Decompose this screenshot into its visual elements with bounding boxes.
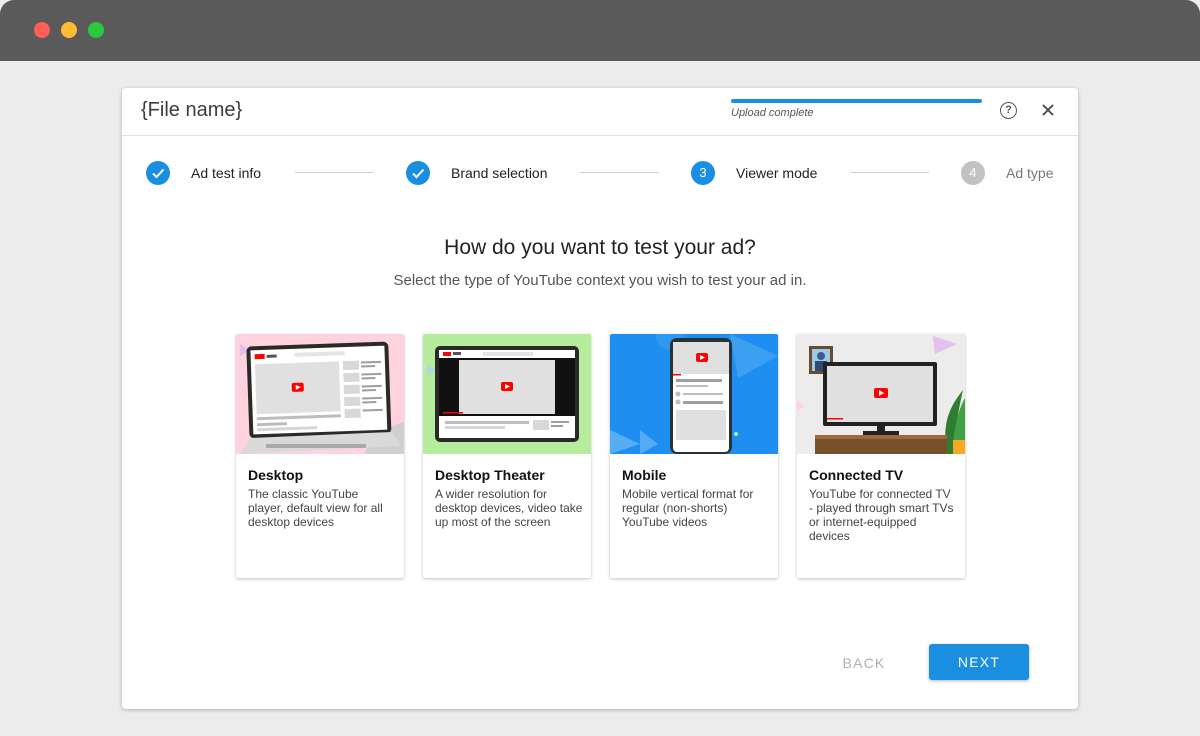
option-card-desktop-theater[interactable]: Desktop Theater A wider resolution for d…	[423, 334, 591, 578]
step-2-check-icon	[406, 161, 430, 185]
step-connector	[850, 172, 929, 173]
option-title: Connected TV	[809, 467, 904, 483]
step-2-label: Brand selection	[451, 165, 548, 181]
close-icon[interactable]	[1038, 100, 1058, 120]
step-4-label: Ad type	[1006, 165, 1054, 181]
option-title: Mobile	[622, 467, 667, 483]
step-connector	[295, 172, 374, 173]
upload-status-text: Upload complete	[731, 107, 814, 119]
help-icon[interactable]: ?	[1000, 102, 1017, 119]
window-maximize-dot[interactable]	[88, 22, 104, 38]
mobile-illustration	[610, 334, 778, 454]
option-description: Mobile vertical format for regular (non-…	[622, 487, 754, 529]
option-card-mobile[interactable]: Mobile Mobile vertical format for regula…	[610, 334, 778, 578]
connected-tv-illustration	[797, 334, 965, 454]
desktop-theater-illustration	[423, 334, 591, 454]
file-name-title: {File name}	[141, 99, 243, 121]
step-1-check-icon	[146, 161, 170, 185]
step-3-label: Viewer mode	[736, 165, 818, 181]
back-button[interactable]: BACK	[826, 645, 902, 681]
dialog-header: {File name} Upload complete ?	[122, 88, 1078, 136]
option-description: A wider resolution for desktop devices, …	[435, 487, 583, 529]
option-card-connected-tv[interactable]: Connected TV YouTube for connected TV - …	[797, 334, 965, 578]
option-description: YouTube for connected TV - played throug…	[809, 487, 954, 543]
next-button[interactable]: NEXT	[929, 644, 1029, 680]
upload-progress-bar	[731, 99, 982, 103]
upload-progress: Upload complete	[731, 99, 982, 119]
step-1-label: Ad test info	[191, 165, 262, 181]
page-subtitle: Select the type of YouTube context you w…	[393, 272, 807, 289]
window-minimize-dot[interactable]	[61, 22, 77, 38]
window-titlebar	[0, 0, 1200, 61]
option-description: The classic YouTube player, default view…	[248, 487, 383, 529]
viewer-mode-dialog: {File name} Upload complete ? Ad test in…	[122, 88, 1078, 709]
step-3-number: 3	[691, 161, 715, 185]
page-title: How do you want to test your ad?	[444, 236, 756, 259]
desktop-illustration	[236, 334, 404, 454]
option-title: Desktop	[248, 467, 304, 483]
option-card-desktop[interactable]: Desktop The classic YouTube player, defa…	[236, 334, 404, 578]
step-connector	[580, 172, 659, 173]
step-4-number: 4	[961, 161, 985, 185]
option-title: Desktop Theater	[435, 467, 545, 483]
window-close-dot[interactable]	[34, 22, 50, 38]
